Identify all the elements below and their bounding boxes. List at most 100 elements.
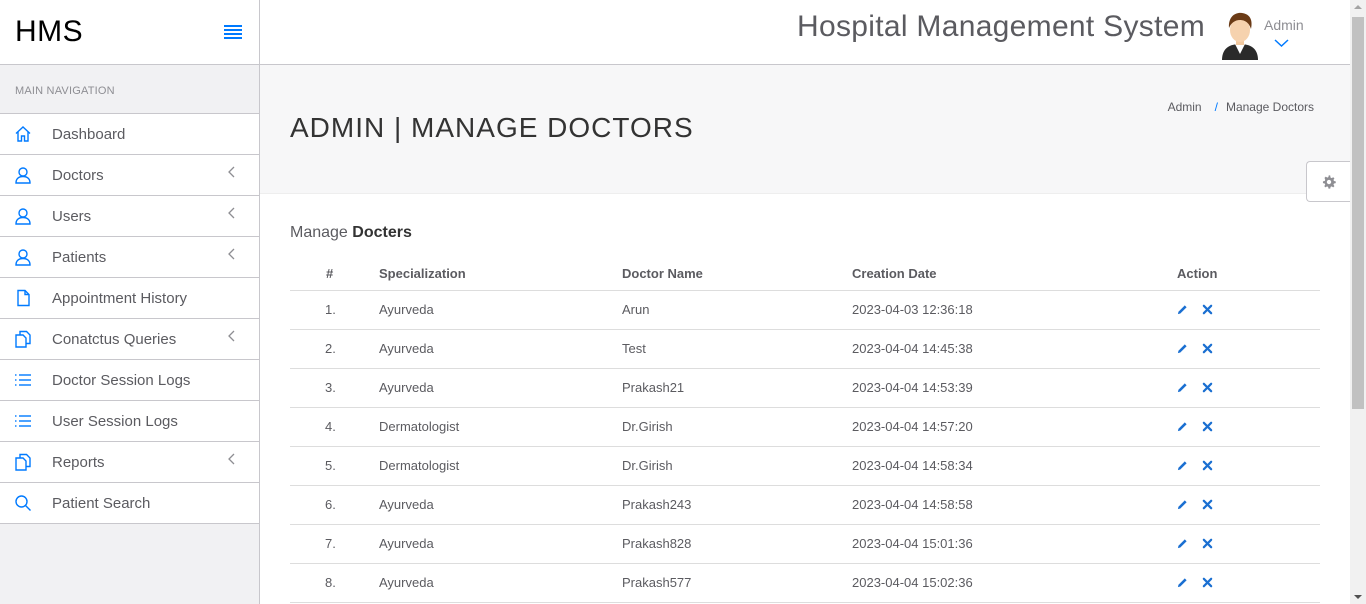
chevron-left-icon [227,452,237,471]
topbar: Hospital Management System Admin [260,0,1350,65]
home-icon [0,125,52,143]
cell-creation-date: 2023-04-04 15:02:36 [852,563,1152,603]
edit-icon[interactable] [1177,499,1188,510]
sidebar-item-appointment-history[interactable]: Appointment History [0,278,259,319]
delete-icon[interactable] [1202,304,1213,315]
breadcrumb-admin[interactable]: Admin [1168,100,1202,114]
table-row: 1. Ayurveda Arun 2023-04-03 12:36:18 [290,290,1320,330]
col-header-doctor-name: Doctor Name [622,257,852,291]
sidebar-item-label: Doctor Session Logs [52,371,191,389]
table-row: 5. Dermatologist Dr.Girish 2023-04-04 14:58… [290,446,1320,486]
app-title: Hospital Management System [797,10,1205,43]
sidebar-item-conatctus-queries[interactable]: Conatctus Queries [0,319,259,360]
sidebar-item-label: Doctors [52,166,104,184]
breadcrumb: Admin / Manage Doctors [1168,100,1314,114]
cell-specialization: Ayurveda [379,524,622,564]
cell-creation-date: 2023-04-04 14:53:39 [852,368,1152,408]
section-title: Manage Docters [290,224,1320,242]
user-icon [0,248,52,266]
cell-action [1152,446,1320,486]
brand-bar: HMS [0,0,259,65]
edit-icon[interactable] [1177,577,1188,588]
edit-icon[interactable] [1177,421,1188,432]
edit-icon[interactable] [1177,538,1188,549]
nav-heading: MAIN NAVIGATION [0,65,259,114]
sidebar-item-label: Reports [52,453,105,471]
cell-doctor-name: Arun [622,290,852,330]
section-title-prefix: Manage [290,224,348,241]
sidebar-item-patient-search[interactable]: Patient Search [0,483,259,524]
cell-num: 8. [290,563,379,603]
cell-creation-date: 2023-04-04 15:01:36 [852,524,1152,564]
chevron-left-icon [227,247,237,266]
sidebar-item-dashboard[interactable]: Dashboard [0,114,259,155]
delete-icon[interactable] [1202,499,1213,510]
scroll-up-arrow-icon[interactable] [1354,5,1362,9]
scroll-down-arrow-icon[interactable] [1354,595,1362,599]
avatar[interactable] [1218,10,1262,60]
files-icon [0,330,52,348]
table-row: 6. Ayurveda Prakash243 2023-04-04 14:58:58 [290,485,1320,525]
user-icon [0,166,52,184]
table-row: 7. Ayurveda Prakash828 2023-04-04 15:01:36 [290,524,1320,564]
cell-doctor-name: Dr.Girish [622,446,852,486]
delete-icon[interactable] [1202,421,1213,432]
breadcrumb-separator: / [1214,100,1218,114]
delete-icon[interactable] [1202,382,1213,393]
cell-specialization: Ayurveda [379,563,622,603]
cell-specialization: Ayurveda [379,368,622,408]
cell-num: 4. [290,407,379,447]
delete-icon[interactable] [1202,343,1213,354]
cell-specialization: Ayurveda [379,329,622,369]
brand-logo[interactable]: HMS [15,15,83,49]
user-name[interactable]: Admin [1264,17,1304,33]
sidebar-item-label: Patients [52,248,107,266]
sidebar-item-reports[interactable]: Reports [0,442,259,483]
chevron-down-icon[interactable] [1274,35,1289,53]
sidebar-item-users[interactable]: Users [0,196,259,237]
cell-specialization: Ayurveda [379,290,622,330]
user-icon [0,207,52,225]
scroll-thumb[interactable] [1352,17,1364,409]
cell-doctor-name: Prakash577 [622,563,852,603]
section-title-bold: Docters [352,224,412,241]
sidebar-item-doctor-session-logs[interactable]: Doctor Session Logs [0,360,259,401]
file-icon [0,289,52,307]
sidebar-item-label: User Session Logs [52,412,178,430]
list-icon [0,371,52,389]
table-row: 2. Ayurveda Test 2023-04-04 14:45:38 [290,329,1320,369]
delete-icon[interactable] [1202,538,1213,549]
table-header-row: # Specialization Doctor Name Creation Da… [290,257,1320,291]
edit-icon[interactable] [1177,460,1188,471]
edit-icon[interactable] [1177,343,1188,354]
cell-creation-date: 2023-04-04 14:58:34 [852,446,1152,486]
cell-specialization: Ayurveda [379,485,622,525]
table-body: 1. Ayurveda Arun 2023-04-03 12:36:18 2. Ayurv… [290,290,1320,603]
cell-action [1152,290,1320,330]
edit-icon[interactable] [1177,304,1188,315]
nav-list: Dashboard Doctors Users Patients Appointment… [0,114,259,524]
page-header: ADMIN | MANAGE DOCTORS Admin / Manage Do… [260,65,1350,194]
sidebar-item-patients[interactable]: Patients [0,237,259,278]
menu-toggle-icon[interactable] [224,25,242,39]
table-row: 4. Dermatologist Dr.Girish 2023-04-04 14:57… [290,407,1320,447]
sidebar-item-label: Users [52,207,92,225]
cell-num: 7. [290,524,379,564]
delete-icon[interactable] [1202,577,1213,588]
sidebar-item-user-session-logs[interactable]: User Session Logs [0,401,259,442]
cell-specialization: Dermatologist [379,407,622,447]
sidebar-item-label: Conatctus Queries [52,330,177,348]
edit-icon[interactable] [1177,382,1188,393]
scrollbar[interactable] [1350,0,1366,604]
sidebar-item-doctors[interactable]: Doctors [0,155,259,196]
breadcrumb-current: Manage Doctors [1225,100,1314,114]
table-row: 8. Ayurveda Prakash577 2023-04-04 15:02:36 [290,563,1320,603]
sidebar: HMS MAIN NAVIGATION Dashboard Doctors User… [0,0,260,604]
cell-doctor-name: Prakash21 [622,368,852,408]
cell-num: 5. [290,446,379,486]
delete-icon[interactable] [1202,460,1213,471]
cell-action [1152,329,1320,369]
cell-specialization: Dermatologist [379,446,622,486]
cell-doctor-name: Prakash828 [622,524,852,564]
main-content: Manage Docters # Specialization Doctor N… [290,194,1320,603]
